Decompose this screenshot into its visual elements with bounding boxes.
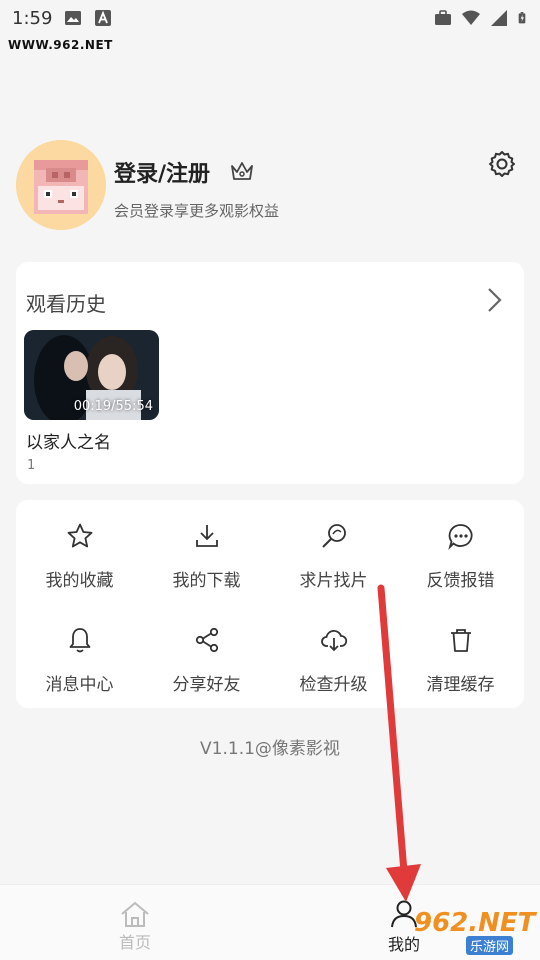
menu-label: 检查升级 bbox=[299, 675, 368, 695]
menu-messages[interactable]: 消息中心 bbox=[16, 604, 143, 708]
menu-request-movie[interactable]: 求片找片 bbox=[270, 500, 397, 604]
feature-menu-card: 我的收藏 我的下载 求片找片 反馈报错 消息中心 分享好友 检查升级 清理缓存 bbox=[16, 500, 524, 708]
nav-home-label: 首页 bbox=[119, 933, 152, 952]
watermark-logo-text: 962.NET bbox=[414, 908, 536, 938]
menu-clear-cache[interactable]: 清理缓存 bbox=[397, 604, 524, 708]
watermark-top: WWW.962.NET bbox=[8, 38, 113, 52]
signal-icon bbox=[491, 10, 507, 26]
search-icon bbox=[321, 524, 346, 548]
menu-label: 我的下载 bbox=[172, 571, 241, 591]
menu-feedback[interactable]: 反馈报错 bbox=[397, 500, 524, 604]
status-bar: 1:59 bbox=[0, 0, 540, 36]
login-subtitle: 会员登录享更多观影权益 bbox=[114, 202, 280, 220]
share-icon bbox=[195, 627, 218, 653]
history-item-episode: 1 bbox=[27, 458, 36, 473]
bell-icon bbox=[69, 628, 90, 653]
menu-share[interactable]: 分享好友 bbox=[143, 604, 270, 708]
menu-label: 分享好友 bbox=[172, 675, 241, 695]
menu-label: 反馈报错 bbox=[426, 571, 495, 591]
watermark-logo: 962.NET 乐游网 bbox=[410, 908, 540, 958]
menu-label: 清理缓存 bbox=[426, 675, 495, 695]
gear-icon[interactable] bbox=[488, 150, 516, 178]
download-icon bbox=[195, 525, 218, 547]
gallery-icon bbox=[65, 11, 82, 25]
menu-check-update[interactable]: 检查升级 bbox=[270, 604, 397, 708]
crown-icon bbox=[231, 162, 253, 180]
battery-icon bbox=[518, 12, 526, 24]
history-item-title[interactable]: 以家人之名 bbox=[26, 428, 111, 453]
cloud-download-icon bbox=[320, 629, 347, 652]
star-icon bbox=[67, 523, 92, 548]
wifi-icon bbox=[462, 10, 480, 25]
app-version: V1.1.1@像素影视 bbox=[200, 739, 340, 759]
home-icon bbox=[121, 901, 149, 927]
menu-label: 消息中心 bbox=[45, 675, 114, 695]
pig-avatar-icon bbox=[16, 140, 106, 230]
trash-icon bbox=[450, 629, 471, 652]
text-notification-icon bbox=[95, 10, 112, 26]
chat-icon bbox=[447, 524, 472, 550]
history-progress-time: 00:19/55:54 bbox=[73, 399, 153, 414]
watch-history-card: 观看历史 00:19/55:54 以家人之名 1 bbox=[16, 262, 524, 484]
history-thumbnail[interactable]: 00:19/55:54 bbox=[24, 330, 159, 420]
menu-favorites[interactable]: 我的收藏 bbox=[16, 500, 143, 604]
profile-header: 登录/注册 会员登录享更多观影权益 bbox=[16, 140, 524, 232]
nav-home[interactable]: 首页 bbox=[0, 885, 270, 960]
history-title: 观看历史 bbox=[26, 292, 106, 316]
chevron-right-icon[interactable] bbox=[480, 286, 508, 314]
watermark-logo-subtext: 乐游网 bbox=[466, 936, 514, 955]
login-register-link[interactable]: 登录/注册 bbox=[114, 156, 210, 188]
menu-label: 求片找片 bbox=[299, 571, 368, 591]
menu-label: 我的收藏 bbox=[45, 571, 114, 591]
briefcase-icon bbox=[435, 10, 451, 25]
menu-downloads[interactable]: 我的下载 bbox=[143, 500, 270, 604]
status-time: 1:59 bbox=[12, 7, 53, 29]
avatar[interactable] bbox=[16, 140, 106, 230]
